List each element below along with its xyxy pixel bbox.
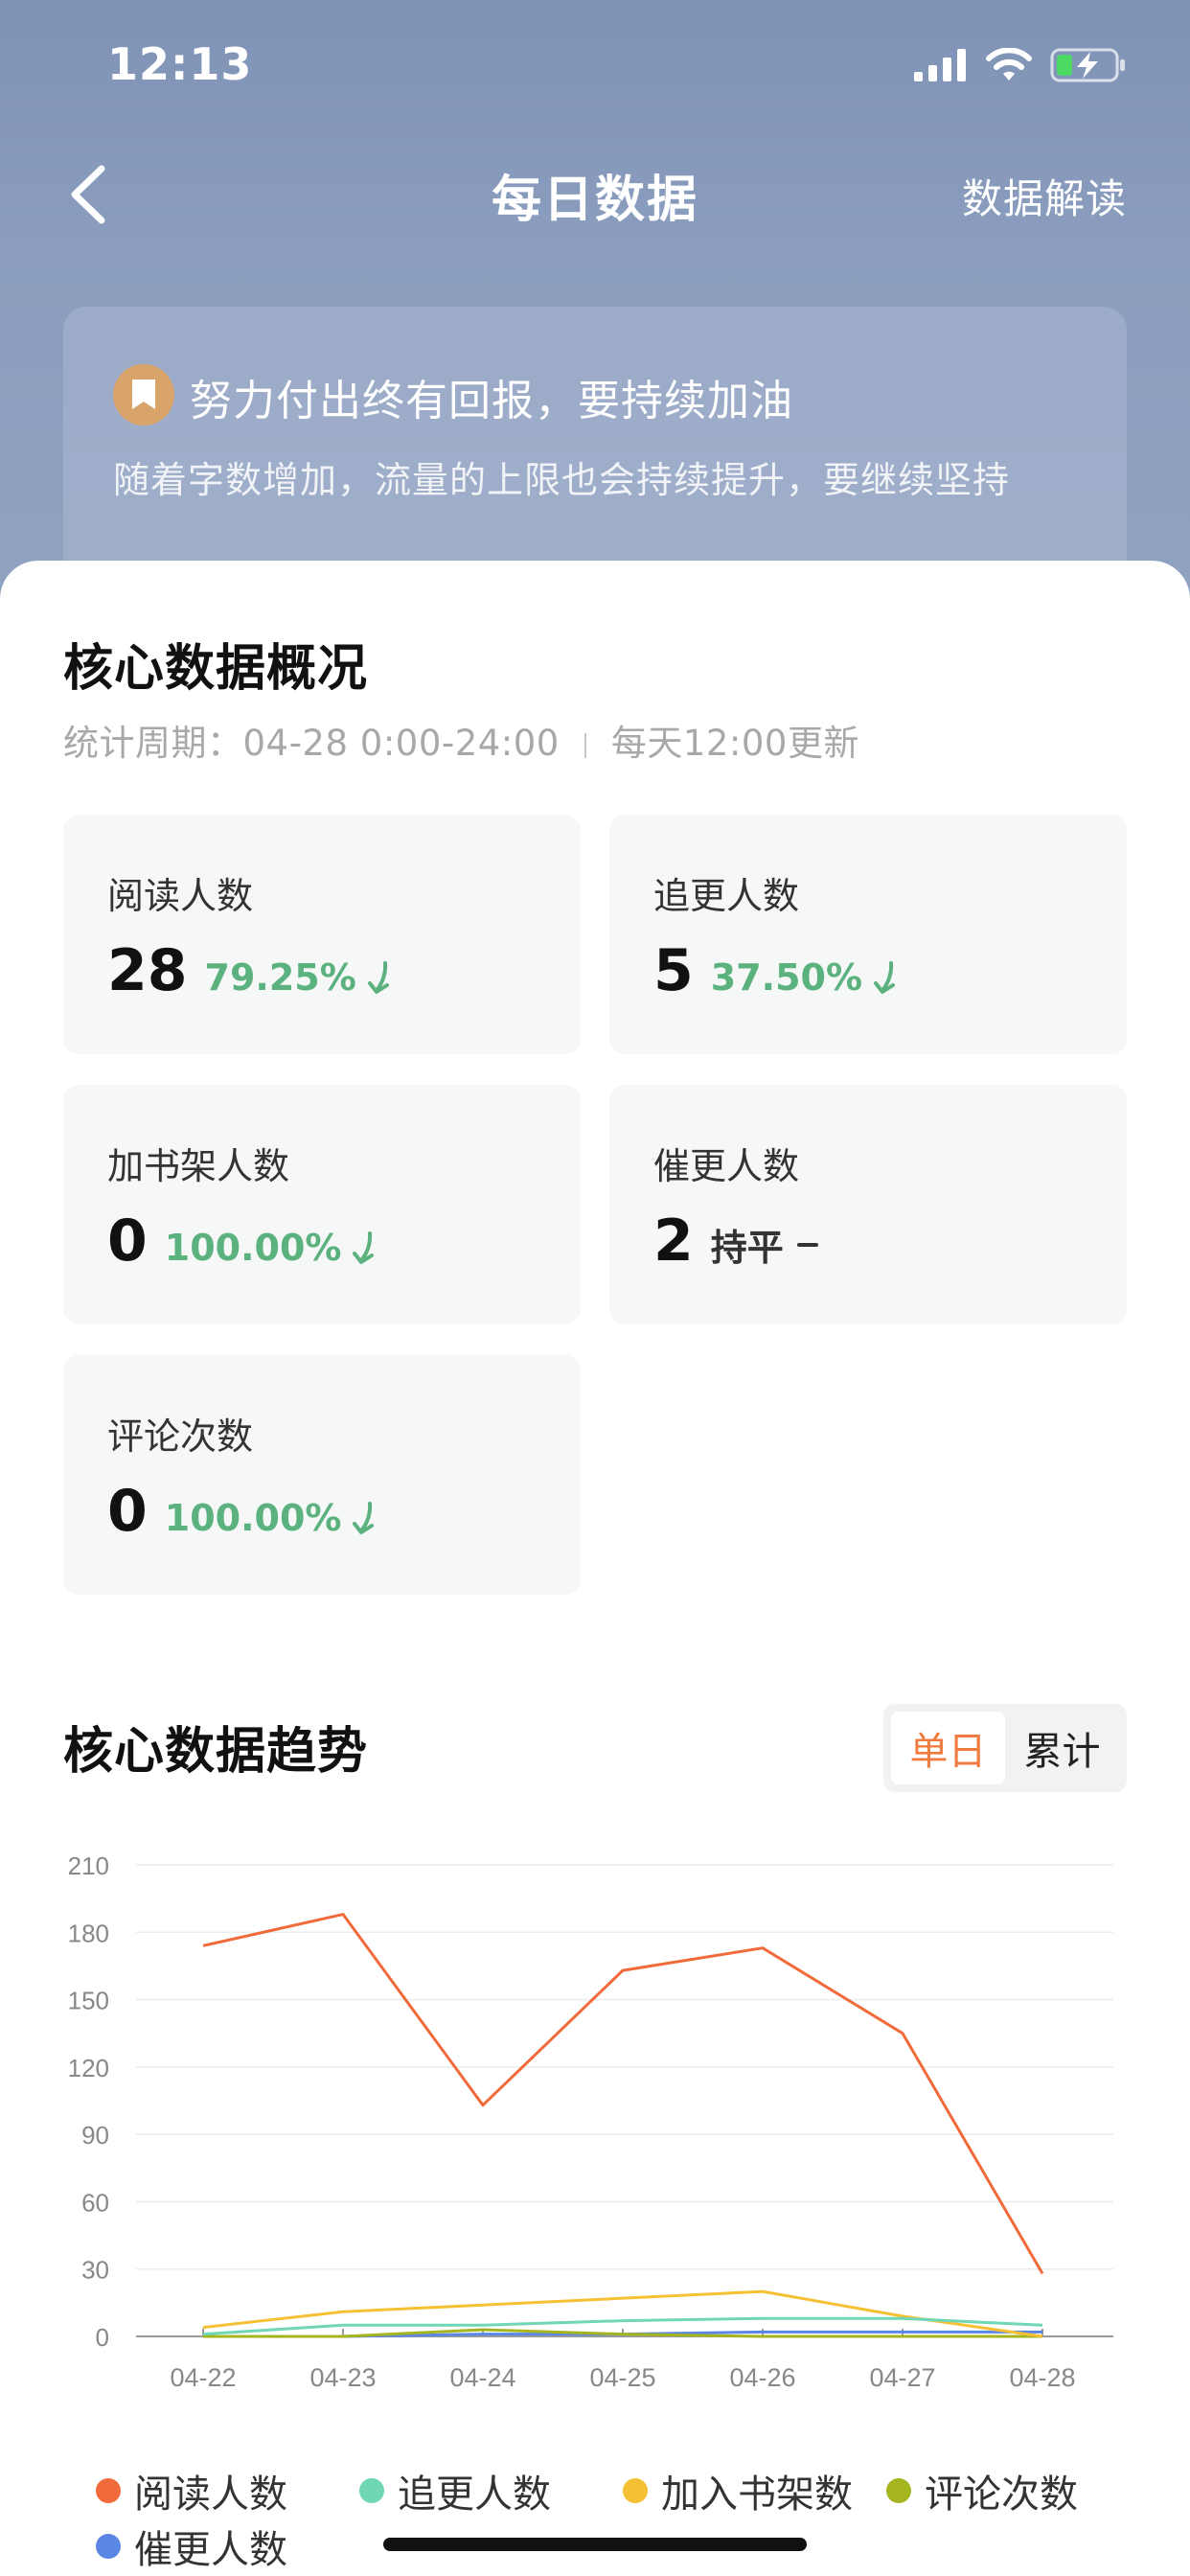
y-tick-label: 180 — [68, 1919, 109, 1947]
wifi-icon — [986, 48, 1032, 80]
legend-dot — [623, 2478, 648, 2503]
y-tick-label: 210 — [68, 1852, 109, 1880]
legend-label: 阅读人数 — [134, 2472, 287, 2517]
metric-label: 阅读人数 — [107, 875, 254, 917]
battery-charging-icon — [1050, 48, 1125, 82]
signal-icon — [914, 49, 966, 81]
metric-change-text: 100.00% — [164, 1227, 342, 1269]
y-tick-label: 90 — [81, 2121, 109, 2150]
metric-change-text: 37.50% — [710, 956, 863, 999]
status-bar: 12:13 — [0, 0, 1190, 125]
status-icons — [914, 46, 1127, 84]
legend-item[interactable]: 评论次数 — [886, 2463, 1078, 2518]
metric-label: 加书架人数 — [107, 1145, 290, 1187]
metric-label: 催更人数 — [653, 1145, 800, 1187]
metric-change-text: 100.00% — [164, 1497, 342, 1539]
statistics-period: 统计周期：04-28 0:00-24:00 每天12:00更新 — [63, 714, 859, 766]
x-tick-label: 04-22 — [170, 2363, 236, 2392]
x-tick-label: 04-28 — [1009, 2363, 1075, 2392]
y-tick-label: 150 — [68, 1987, 109, 2015]
chart-legend: 阅读人数 追更人数 加入书架数 评论次数催更人数 — [0, 2463, 1190, 2572]
metric-value: 28 — [107, 937, 188, 1004]
legend-dot — [359, 2478, 384, 2503]
period-divider — [584, 732, 586, 758]
legend-label: 催更人数 — [134, 2528, 287, 2572]
series-line — [202, 1913, 1044, 2275]
navigation-bar: 每日数据 数据解读 — [0, 144, 1190, 244]
metric-card-urge: 催更人数 2 持平 — [609, 1085, 1127, 1324]
y-tick-label: 0 — [96, 2323, 109, 2352]
period-label: 统计周期：04-28 0:00-24:00 — [63, 723, 560, 764]
metric-value: 0 — [107, 1208, 148, 1275]
legend-item[interactable]: 阅读人数 — [96, 2463, 287, 2518]
arrow-down-icon — [353, 1231, 375, 1264]
legend-item[interactable]: 追更人数 — [359, 2463, 551, 2518]
metric-value: 5 — [653, 937, 694, 1004]
legend-item[interactable]: 催更人数 — [96, 2518, 287, 2574]
metric-card-comments: 评论次数 0 100.00% — [63, 1355, 581, 1595]
x-tick-label: 04-26 — [729, 2363, 795, 2392]
daily-cumulative-toggle: 单日 累计 — [883, 1704, 1127, 1792]
tip-subtitle: 随着字数增加，流量的上限也会持续提升，要继续坚持 — [113, 459, 1011, 501]
metric-change: 37.50% — [711, 956, 901, 999]
legend-item[interactable]: 加入书架数 — [623, 2463, 853, 2518]
home-indicator — [383, 2538, 807, 2551]
metric-value: 2 — [653, 1208, 694, 1275]
arrow-down-icon — [874, 961, 896, 994]
dash-icon — [796, 1242, 818, 1247]
arrow-down-icon — [353, 1502, 375, 1534]
metric-change: 100.00% — [165, 1227, 380, 1269]
toggle-cumulative[interactable]: 累计 — [1005, 1712, 1119, 1784]
legend-dot — [886, 2478, 911, 2503]
metric-change: 79.25% — [205, 956, 395, 999]
y-tick-label: 120 — [68, 2054, 109, 2082]
legend-label: 追更人数 — [398, 2472, 551, 2517]
x-tick-label: 04-23 — [309, 2363, 376, 2392]
overview-title: 核心数据概况 — [63, 640, 369, 698]
legend-label: 评论次数 — [925, 2472, 1078, 2517]
tip-title: 努力付出终有回报，要持续加油 — [190, 377, 793, 426]
legend-dot — [96, 2534, 121, 2559]
legend-dot — [96, 2478, 121, 2503]
legend-label: 加入书架数 — [661, 2472, 853, 2517]
arrow-down-icon — [367, 961, 389, 994]
x-tick-label: 04-24 — [449, 2363, 515, 2392]
metric-card-followers: 追更人数 5 37.50% — [609, 815, 1127, 1054]
toggle-daily[interactable]: 单日 — [891, 1712, 1005, 1784]
metric-label: 追更人数 — [653, 875, 800, 917]
metric-card-readers: 阅读人数 28 79.25% — [63, 815, 581, 1054]
y-tick-label: 60 — [81, 2188, 109, 2217]
trend-title: 核心数据趋势 — [63, 1723, 369, 1781]
metric-label: 评论次数 — [107, 1415, 254, 1458]
metric-change: 100.00% — [165, 1497, 380, 1539]
trend-line-chart: 0 30 60 90 120 150 180 210 04-22 04-23 04-24 04-25 0… — [68, 1852, 1113, 2392]
y-tick-label: 30 — [81, 2256, 109, 2285]
metric-card-bookshelf: 加书架人数 0 100.00% — [63, 1085, 581, 1324]
metric-value: 0 — [107, 1478, 148, 1545]
metric-change-text: 79.25% — [204, 956, 356, 999]
update-label: 每天12:00更新 — [610, 723, 859, 764]
status-time: 12:13 — [107, 38, 253, 90]
bookmark-badge-icon — [113, 364, 174, 426]
metric-change: 持平 — [711, 1218, 820, 1271]
data-interpretation-link[interactable]: 数据解读 — [962, 167, 1127, 225]
x-tick-label: 04-27 — [869, 2363, 935, 2392]
metric-change-text: 持平 — [710, 1227, 784, 1269]
x-tick-label: 04-25 — [589, 2363, 655, 2392]
